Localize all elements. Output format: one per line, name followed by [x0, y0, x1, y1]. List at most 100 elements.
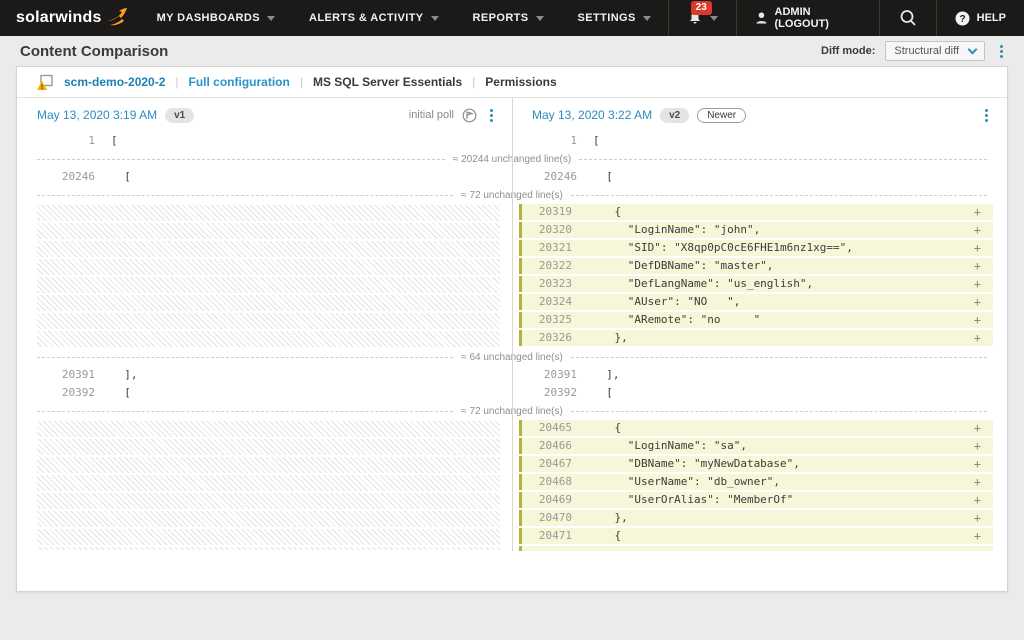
right-pane-added-lines: 20465 {+20466 "LoginName": "sa",+20467 "… — [512, 420, 1007, 551]
line-code: "LoginName": "sa", — [588, 438, 747, 454]
right-pane-more-menu[interactable] — [980, 106, 993, 125]
line-number: 20469 — [522, 492, 572, 508]
right-version-date-link[interactable]: May 13, 2020 3:22 AM — [532, 108, 652, 122]
user-menu-button[interactable]: ADMIN (LOGOUT) — [737, 0, 879, 36]
added-line: 20326 },+ — [519, 330, 993, 346]
breadcrumb-separator: | — [175, 75, 178, 89]
line-code: "UserOrAlias": "MemberOf" — [588, 492, 793, 508]
added-line: 20465 {+ — [519, 420, 993, 436]
line-code: [ — [111, 384, 131, 402]
added-marker-icon: + — [974, 276, 981, 292]
nav-reports[interactable]: REPORTS — [456, 0, 561, 36]
line-number: 1 — [519, 132, 577, 150]
help-button[interactable]: ? HELP — [937, 0, 1024, 36]
top-nav: solarwinds MY DASHBOARDS ALERTS & ACTIVI… — [0, 0, 1024, 36]
line-number: 20324 — [522, 294, 572, 310]
added-marker-icon: + — [974, 510, 981, 526]
line-number: 20467 — [522, 456, 572, 472]
added-marker-icon: + — [974, 240, 981, 256]
chevron-down-icon — [431, 16, 439, 21]
line-code: "ARemote": "no " — [588, 312, 760, 328]
diff-line: 1[ — [37, 132, 500, 150]
added-marker-icon: + — [974, 420, 981, 436]
added-line: 20322 "DefDBName": "master",+ — [519, 258, 993, 274]
solarwinds-logo[interactable]: solarwinds — [0, 8, 140, 28]
diff-line: 20391 ], — [519, 366, 993, 384]
nav-alerts-activity[interactable]: ALERTS & ACTIVITY — [292, 0, 456, 36]
left-version-badge: v1 — [165, 108, 194, 123]
search-button[interactable] — [880, 0, 936, 36]
diff-line: 20392 [ — [519, 384, 993, 402]
added-line: 20321 "SID": "X8qp0pC0cE6FHE1m6nz1xg==",… — [519, 240, 993, 256]
added-marker-icon: + — [974, 438, 981, 454]
breadcrumb-profile-link[interactable]: Full configuration — [189, 75, 290, 89]
search-icon — [898, 8, 918, 28]
added-line: 20320 "LoginName": "john",+ — [519, 222, 993, 238]
line-number: 20465 — [522, 420, 572, 436]
left-pane-line: 20392 [ — [17, 384, 512, 402]
added-line: 20324 "AUser": "NO ",+ — [519, 294, 993, 310]
newer-badge: Newer — [697, 108, 746, 123]
line-number: 20470 — [522, 510, 572, 526]
line-code: "DefLangName": "us_english", — [588, 276, 813, 292]
line-number: 20319 — [522, 204, 572, 220]
user-label: ADMIN (LOGOUT) — [775, 6, 861, 30]
breadcrumb-node-link[interactable]: scm-demo-2020-2 — [64, 75, 165, 89]
chevron-down-icon — [643, 16, 651, 21]
baseline-icon — [462, 108, 477, 123]
left-pane-line: 20391 ], — [17, 366, 512, 384]
diff-line: 1[ — [519, 132, 993, 150]
line-number: 20322 — [522, 258, 572, 274]
added-line: 20319 {+ — [519, 204, 993, 220]
diff-line: 20391 ], — [37, 366, 500, 384]
left-pane-more-menu[interactable] — [485, 106, 498, 125]
diff-mode-select[interactable]: Structural diff — [885, 41, 985, 61]
divider-dash — [571, 357, 987, 358]
chevron-down-icon — [267, 16, 275, 21]
line-code: [ — [593, 384, 613, 402]
diff-line: 20246 [ — [519, 168, 993, 186]
nav-my-dashboards-label: MY DASHBOARDS — [157, 12, 260, 24]
pane-divider — [512, 98, 513, 551]
nav-settings-label: SETTINGS — [578, 12, 636, 24]
right-pane-line: 1[ — [512, 132, 1007, 150]
line-code: { — [588, 528, 621, 544]
page-more-menu[interactable] — [995, 42, 1008, 61]
right-pane-line: 20392 [ — [512, 384, 1007, 402]
line-number: 20391 — [519, 366, 577, 384]
right-version-badge: v2 — [660, 108, 689, 123]
line-number: 20471 — [522, 528, 572, 544]
added-marker-icon: + — [974, 330, 981, 346]
line-code: "DBName": "myNewDatabase", — [588, 456, 800, 472]
diff-mode-cluster: Diff mode: Structural diff — [821, 41, 1008, 61]
left-pane-header: May 13, 2020 3:19 AM v1 initial poll — [17, 98, 512, 132]
right-pane-line: 20391 ], — [512, 366, 1007, 384]
line-number: 20246 — [37, 168, 95, 186]
left-pane-placeholder — [17, 204, 512, 348]
diff-view: May 13, 2020 3:19 AM v1 initial poll May… — [17, 98, 1007, 551]
help-label: HELP — [977, 12, 1006, 24]
notifications-button[interactable]: 23 — [669, 0, 736, 36]
added-marker-icon: + — [974, 492, 981, 508]
right-pane-header: May 13, 2020 3:22 AM v2 Newer — [512, 98, 1007, 132]
breadcrumb-section: Permissions — [485, 75, 556, 89]
line-number: 1 — [37, 132, 95, 150]
missing-lines-hatch — [37, 421, 500, 550]
added-marker-icon: + — [974, 312, 981, 328]
nav-settings[interactable]: SETTINGS — [561, 0, 668, 36]
line-code: [ — [593, 132, 600, 150]
diff-line: 20246 [ — [37, 168, 500, 186]
added-line: 20470 },+ — [519, 510, 993, 526]
solarwinds-swoosh-icon — [106, 8, 128, 28]
added-marker-icon: + — [974, 204, 981, 220]
nav-my-dashboards[interactable]: MY DASHBOARDS — [140, 0, 292, 36]
left-pane-line: 1[ — [17, 132, 512, 150]
line-code: [ — [593, 168, 613, 186]
added-marker-icon: + — [974, 474, 981, 490]
left-version-date-link[interactable]: May 13, 2020 3:19 AM — [37, 108, 157, 122]
divider-dash — [37, 159, 445, 160]
added-marker-icon: + — [974, 258, 981, 274]
added-marker-icon: + — [974, 528, 981, 544]
line-code: ], — [111, 366, 138, 384]
comparison-card: scm-demo-2020-2 | Full configuration | M… — [16, 66, 1008, 592]
